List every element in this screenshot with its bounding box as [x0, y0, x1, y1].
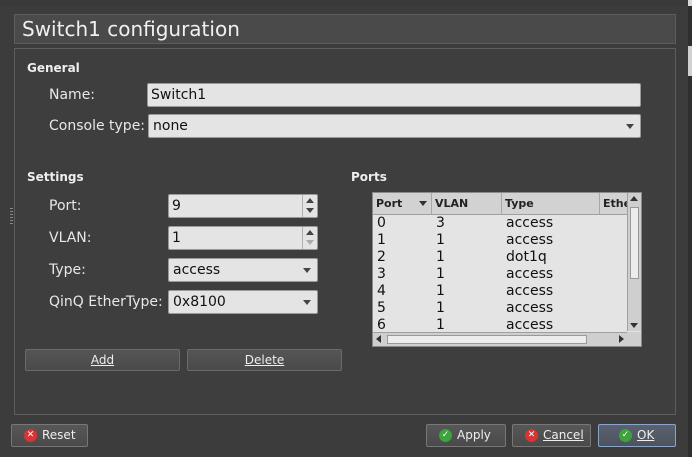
name-label: Name:: [49, 87, 96, 103]
table-row[interactable]: 5 1 access: [373, 300, 627, 317]
spin-down-icon[interactable]: [306, 240, 314, 245]
vlan-value: 1: [172, 230, 181, 246]
console-type-value: none: [153, 118, 188, 134]
top-strip: [0, 0, 692, 6]
chevron-down-icon: [303, 268, 311, 273]
delete-button[interactable]: Delete: [187, 349, 342, 371]
port-label: Port:: [49, 198, 82, 214]
scroll-corner: [627, 332, 641, 346]
ok-button-label: OK: [637, 428, 655, 442]
chevron-down-icon: [303, 300, 311, 305]
table-row[interactable]: 4 1 access: [373, 283, 627, 300]
name-field[interactable]: Switch1: [147, 83, 641, 107]
apply-button[interactable]: ✓ Apply: [426, 424, 506, 447]
apply-button-label: Apply: [457, 428, 491, 442]
check-icon: ✓: [619, 429, 632, 442]
spin-down-icon[interactable]: [306, 208, 314, 213]
scroll-left-icon[interactable]: [376, 335, 381, 343]
port-spinbox[interactable]: 9: [168, 194, 318, 218]
dialog-title-bar: Switch1 configuration: [14, 14, 676, 44]
horizontal-scrollbar[interactable]: [373, 332, 627, 346]
vlan-spinbox[interactable]: 1: [168, 226, 318, 250]
ports-heading: Ports: [351, 170, 387, 184]
table-row[interactable]: 3 1 access: [373, 266, 627, 283]
table-row[interactable]: 2 1 dot1q: [373, 249, 627, 266]
close-icon: ✕: [24, 429, 37, 442]
add-button[interactable]: Add: [25, 349, 180, 371]
ports-table[interactable]: Port VLAN Type Ethe 0 3 access 1 1 acces…: [372, 192, 642, 347]
resize-grip[interactable]: [10, 208, 13, 224]
vlan-label: VLAN:: [49, 230, 92, 246]
scroll-thumb[interactable]: [387, 335, 587, 344]
ok-button[interactable]: ✓ OK: [598, 424, 676, 447]
ports-table-header: Port VLAN Type Ethe: [373, 193, 627, 215]
type-value: access: [173, 262, 221, 278]
general-heading: General: [27, 61, 80, 75]
close-icon: ✕: [525, 429, 538, 442]
settings-heading: Settings: [27, 170, 84, 184]
type-select[interactable]: access: [168, 258, 318, 282]
scroll-thumb[interactable]: [630, 207, 639, 279]
scroll-right-icon[interactable]: [619, 335, 624, 343]
chevron-down-icon: [626, 124, 634, 129]
console-type-label: Console type:: [49, 118, 146, 134]
port-value: 9: [172, 198, 181, 214]
table-row[interactable]: 1 1 access: [373, 232, 627, 249]
column-port[interactable]: Port: [373, 193, 432, 214]
reset-button[interactable]: ✕ Reset: [11, 424, 88, 447]
dialog-title: Switch1 configuration: [22, 17, 240, 41]
qinq-ethertype-select[interactable]: 0x8100: [168, 290, 318, 314]
check-icon: ✓: [439, 429, 452, 442]
qinq-value: 0x8100: [173, 294, 226, 310]
scroll-down-icon[interactable]: [630, 323, 638, 328]
sort-down-icon: [419, 201, 427, 206]
qinq-label: QinQ EtherType:: [49, 294, 163, 310]
delete-button-label: Delete: [244, 353, 285, 367]
table-row[interactable]: 0 3 access: [373, 215, 627, 232]
column-ethertype[interactable]: Ethe: [600, 193, 627, 214]
spin-up-icon[interactable]: [306, 230, 314, 235]
column-type[interactable]: Type: [502, 193, 600, 214]
type-label: Type:: [49, 262, 86, 278]
add-button-label: Add: [90, 353, 115, 367]
vertical-scrollbar[interactable]: [627, 193, 641, 331]
window-edge: [688, 6, 692, 457]
spin-up-icon[interactable]: [306, 198, 314, 203]
column-vlan[interactable]: VLAN: [432, 193, 502, 214]
cancel-button-label: Cancel: [543, 428, 584, 442]
reset-button-label: Reset: [42, 428, 76, 442]
cancel-button[interactable]: ✕ Cancel: [512, 424, 591, 447]
console-type-select[interactable]: none: [148, 114, 641, 138]
scroll-up-icon[interactable]: [630, 196, 638, 201]
